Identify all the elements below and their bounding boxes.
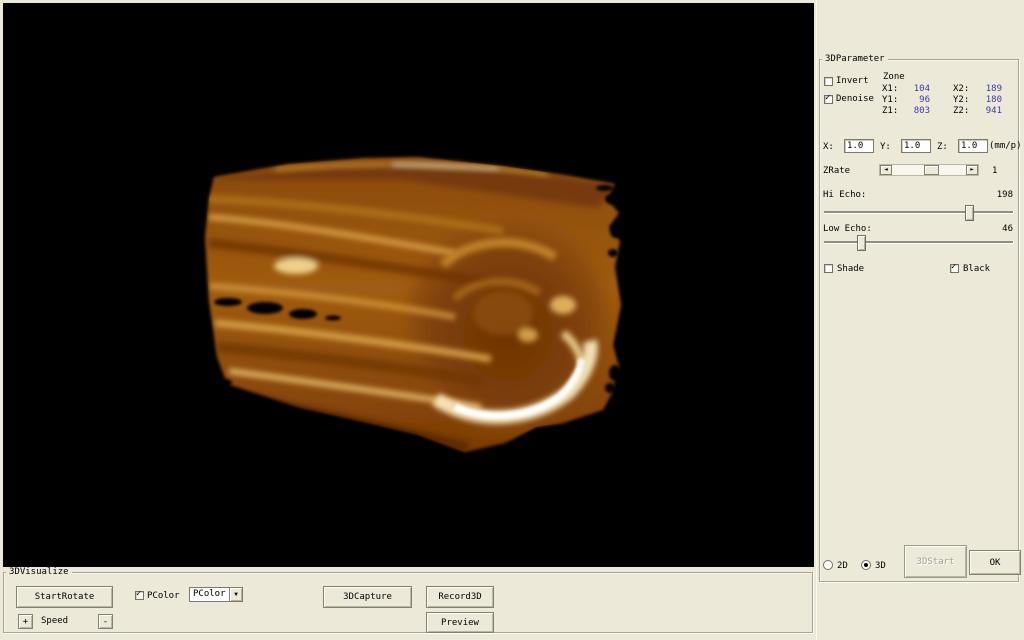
- pcolor-dropdown-value: PColor: [193, 589, 226, 599]
- ok-button[interactable]: OK: [969, 550, 1021, 575]
- scale-unit-label: (mm/p): [989, 141, 1022, 151]
- speed-plus-button[interactable]: +: [18, 614, 33, 629]
- x-scale-input[interactable]: [844, 139, 874, 153]
- hi-echo-thumb[interactable]: [965, 205, 974, 221]
- visualize-group-title: 3DVisualize: [6, 567, 72, 577]
- mode-2d-label: 2D: [837, 561, 848, 571]
- zone-z2-label: Z2:: [953, 106, 969, 116]
- zone-label: Zone: [883, 72, 905, 82]
- x-scale-label: X:: [823, 142, 834, 152]
- zone-z2-value: 941: [975, 106, 1002, 116]
- hi-echo-track[interactable]: [824, 211, 1014, 214]
- black-checkbox[interactable]: ✓: [950, 264, 959, 273]
- pcolor-dropdown[interactable]: PColor ▼: [189, 587, 243, 602]
- pcolor-label: PColor: [147, 591, 180, 601]
- zrate-scrollbar[interactable]: ◄ ►: [879, 164, 979, 176]
- denoise-checkbox[interactable]: ✓: [824, 95, 833, 104]
- mode-3d-radio[interactable]: [861, 560, 871, 570]
- app-window: 3DParameter Invert ✓ Denoise Zone X1: 10…: [0, 0, 1024, 640]
- zone-y2-label: Y2:: [953, 95, 969, 105]
- check-icon: ✓: [951, 262, 956, 272]
- zone-x2-value: 189: [975, 84, 1002, 94]
- mode-3d-label: 3D: [875, 561, 886, 571]
- z-scale-input[interactable]: [958, 139, 988, 153]
- parameter-group: 3DParameter Invert ✓ Denoise Zone X1: 10…: [819, 59, 1019, 582]
- shade-checkbox[interactable]: [824, 264, 833, 273]
- low-echo-thumb[interactable]: [857, 235, 866, 251]
- pcolor-checkbox[interactable]: ✓: [135, 591, 144, 600]
- zone-y1-label: Y1:: [882, 95, 898, 105]
- mode-2d-radio[interactable]: [823, 560, 833, 570]
- zrate-value: 1: [992, 166, 997, 176]
- hi-echo-label: Hi Echo:: [823, 190, 866, 200]
- render-viewport[interactable]: [3, 3, 814, 567]
- start-rotate-button[interactable]: StartRotate: [16, 586, 113, 608]
- 3dstart-button[interactable]: 3DStart: [904, 545, 967, 578]
- speed-minus-button[interactable]: -: [98, 614, 113, 629]
- zone-z1-label: Z1:: [882, 106, 898, 116]
- check-icon: ✓: [136, 589, 141, 599]
- low-echo-label: Low Echo:: [823, 224, 872, 234]
- zone-x1-label: X1:: [882, 84, 898, 94]
- shade-label: Shade: [837, 264, 864, 274]
- parameter-group-title: 3DParameter: [822, 54, 888, 64]
- zrate-left-arrow-button[interactable]: ◄: [880, 165, 892, 175]
- low-echo-value: 46: [970, 224, 1013, 234]
- visualize-group: 3DVisualize StartRotate ✓ PColor PColor …: [3, 572, 813, 633]
- radio-dot-icon: [864, 563, 868, 567]
- black-label: Black: [963, 264, 990, 274]
- preview-button[interactable]: Preview: [426, 612, 494, 633]
- y-scale-label: Y:: [880, 142, 891, 152]
- zrate-thumb[interactable]: [924, 165, 939, 175]
- zrate-label: ZRate: [823, 166, 850, 176]
- record3d-button[interactable]: Record3D: [426, 586, 494, 608]
- 3dcapture-button[interactable]: 3DCapture: [323, 586, 412, 608]
- low-echo-track[interactable]: [824, 241, 1014, 244]
- z-scale-label: Z:: [937, 142, 948, 152]
- chevron-down-icon: ▼: [234, 591, 238, 598]
- zone-z1-value: 803: [905, 106, 930, 116]
- zone-x1-value: 104: [905, 84, 930, 94]
- invert-label: Invert: [836, 76, 869, 86]
- speed-label: Speed: [41, 616, 68, 626]
- arrow-right-icon: ►: [970, 167, 974, 173]
- volume-render: [3, 3, 814, 567]
- panel-divider: [816, 0, 817, 640]
- check-icon: ✓: [825, 93, 830, 103]
- zrate-right-arrow-button[interactable]: ►: [966, 165, 978, 175]
- zone-y2-value: 180: [975, 95, 1002, 105]
- arrow-left-icon: ◄: [884, 167, 888, 173]
- invert-checkbox[interactable]: [824, 77, 833, 86]
- hi-echo-value: 198: [970, 190, 1013, 200]
- dropdown-arrow-button[interactable]: ▼: [229, 588, 242, 601]
- denoise-label: Denoise: [836, 94, 874, 104]
- y-scale-input[interactable]: [901, 139, 931, 153]
- zone-y1-value: 96: [905, 95, 930, 105]
- zone-x2-label: X2:: [953, 84, 969, 94]
